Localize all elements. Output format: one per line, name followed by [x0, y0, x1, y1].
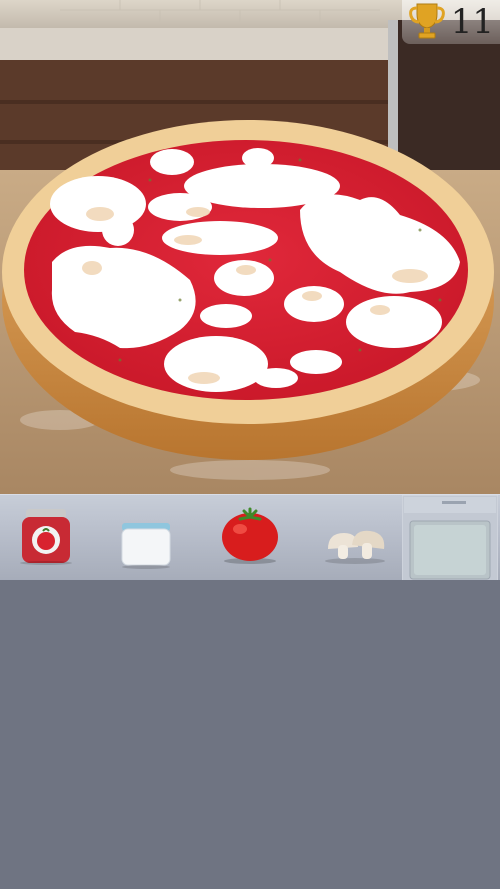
- lower-panel: [0, 580, 500, 889]
- score-display: 11: [402, 0, 500, 44]
- pizza[interactable]: [0, 0, 500, 500]
- mushroom-icon[interactable]: [322, 523, 388, 565]
- tomato-icon[interactable]: [218, 507, 282, 565]
- trophy-icon: [407, 0, 447, 44]
- score-value: 11: [450, 2, 494, 42]
- ingredient-tray: [0, 494, 500, 588]
- kitchen-scene: [0, 0, 500, 500]
- cheese-jar-icon[interactable]: [118, 519, 174, 569]
- sauce-jar-icon[interactable]: [18, 505, 74, 565]
- oven-icon[interactable]: [401, 494, 499, 588]
